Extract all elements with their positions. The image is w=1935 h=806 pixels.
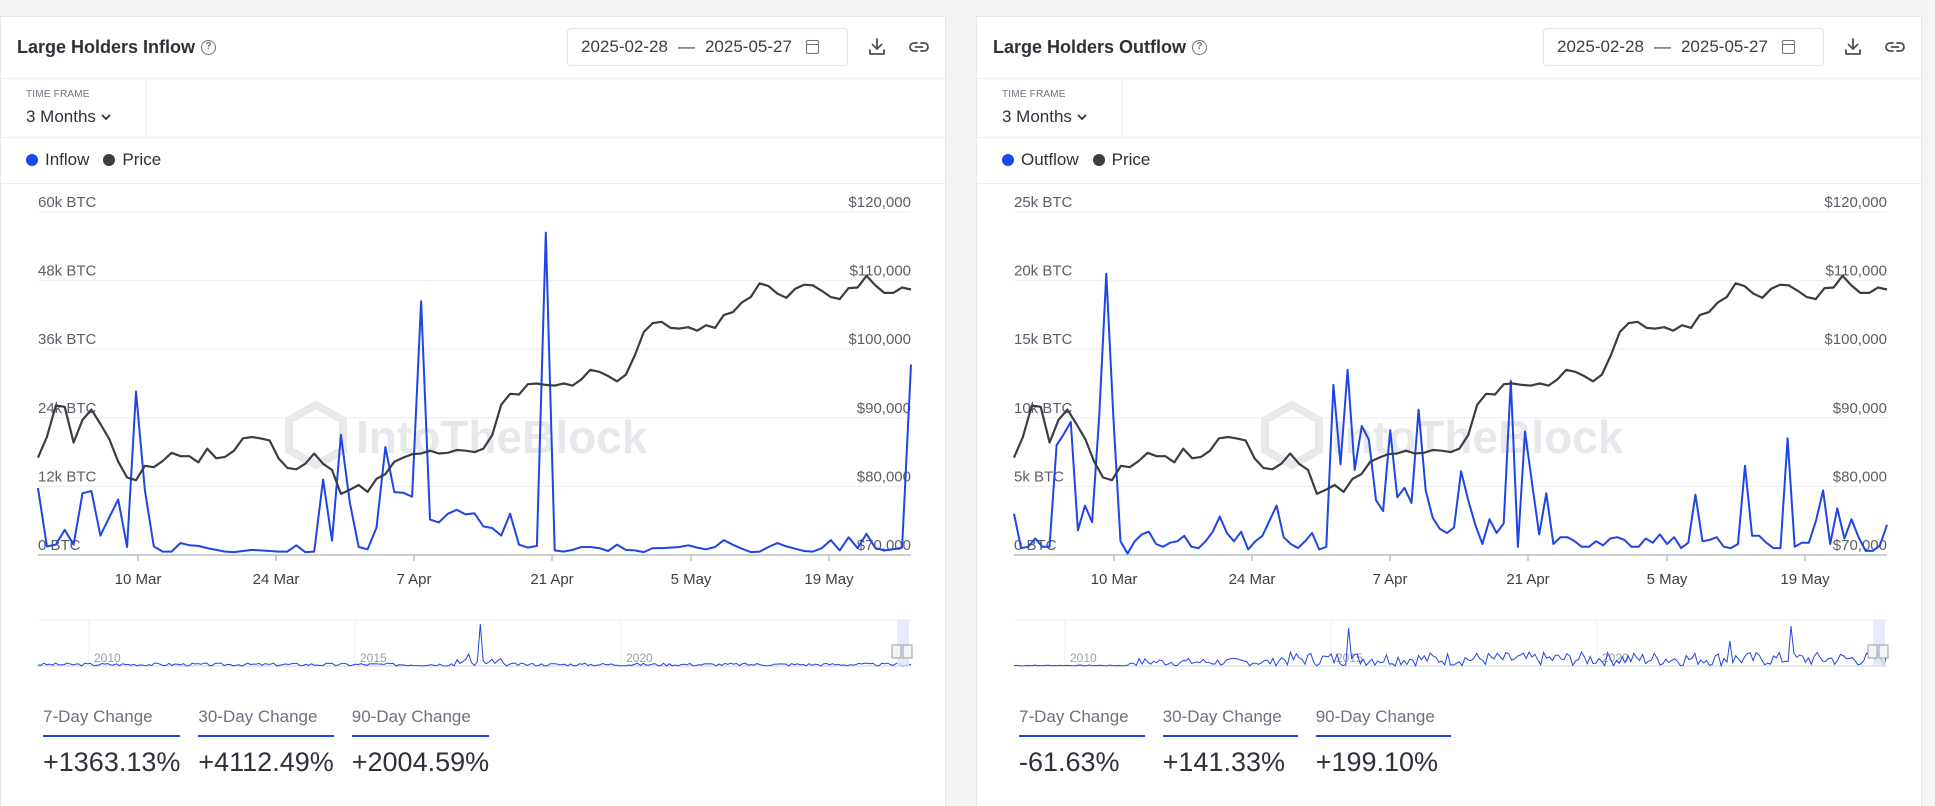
x-tick-label: 7 Apr [396,571,431,588]
chart-area[interactable]: IntoTheBlock0 BTC $70,0005k BTC $80,00010k… [977,17,1923,697]
x-tick-label: 19 May [804,571,854,588]
chart-area[interactable]: IntoTheBlock0 BTC $70,00012k BTC $80,00024… [1,17,947,697]
navigator-year-label: 2010 [94,651,121,665]
y-right-tick-label: $120,000 [1824,194,1887,211]
change-stats: 7-Day Change +1363.13% 30-Day Change +41… [43,707,490,778]
y-left-tick-label: 36k BTC [38,331,97,348]
x-tick-label: 10 Mar [1091,571,1138,588]
change-value: +1363.13% [43,747,181,777]
change-value: +2004.59% [351,747,490,777]
thirty-day-change: 30-Day Change +141.33% [1162,707,1298,778]
y-left-tick-label: 60k BTC [38,194,97,211]
change-label: 90-Day Change [1315,707,1451,737]
y-left-tick-label: 5k BTC [1014,468,1064,485]
y-right-tick-label: $90,000 [857,400,911,417]
x-tick-label: 19 May [1780,571,1830,588]
navigator-year-label: 2020 [626,651,653,665]
inflow-panel: Large Holders Inflow ? 2025-02-28 — 2025… [0,16,946,806]
watermark-text: IntoTheBlock [356,411,648,463]
x-tick-label: 24 Mar [253,571,300,588]
y-right-tick-label: $100,000 [848,331,911,348]
y-left-tick-label: 15k BTC [1014,331,1073,348]
x-tick-label: 7 Apr [1372,571,1407,588]
thirty-day-change: 30-Day Change +4112.49% [198,707,334,778]
navigator-handle-right [1878,644,1889,659]
y-right-tick-label: $110,000 [850,263,911,280]
x-tick-label: 21 Apr [530,571,573,588]
y-right-tick-label: $80,000 [1833,468,1887,485]
navigator-window [897,620,909,666]
y-right-tick-label: $100,000 [1824,331,1887,348]
navigator-sparkline [1013,625,1888,668]
ninety-day-change: 90-Day Change +2004.59% [351,707,490,778]
x-tick-label: 5 May [1647,571,1688,588]
y-left-tick-label: 20k BTC [1014,263,1073,280]
navigator-year-label: 2015 [360,651,387,665]
seven-day-change: 7-Day Change -61.63% [1019,707,1145,778]
navigator-handle-left [891,644,902,659]
watermark-text: IntoTheBlock [1332,411,1624,463]
y-left-tick-label: 12k BTC [38,468,97,485]
y-right-tick-label: $110,000 [1826,263,1887,280]
navigator-window [1873,620,1885,666]
y-left-tick-label: 48k BTC [38,263,97,280]
navigator-sparkline [37,623,912,667]
y-right-tick-label: $120,000 [848,194,911,211]
x-tick-label: 21 Apr [1506,571,1549,588]
x-tick-label: 10 Mar [115,571,162,588]
change-value: +199.10% [1315,747,1439,777]
navigator-handle-left [1867,644,1878,659]
watermark: IntoTheBlock [1261,400,1624,470]
change-value: +141.33% [1162,747,1285,777]
navigator-handle-right [902,644,913,659]
change-label: 30-Day Change [1162,707,1298,737]
navigator-year-label: 2010 [1070,651,1097,665]
change-label: 30-Day Change [198,707,334,737]
ninety-day-change: 90-Day Change +199.10% [1315,707,1451,778]
seven-day-change: 7-Day Change +1363.13% [43,707,181,778]
y-right-tick-label: $80,000 [857,468,911,485]
y-right-tick-label: $90,000 [1833,400,1887,417]
change-stats: 7-Day Change -61.63% 30-Day Change +141.… [1019,707,1451,778]
x-tick-label: 24 Mar [1229,571,1276,588]
change-label: 7-Day Change [1019,707,1145,737]
outflow-panel: Large Holders Outflow ? 2025-02-28 — 202… [976,16,1922,806]
change-label: 90-Day Change [351,707,490,737]
y-left-tick-label: 25k BTC [1014,194,1073,211]
change-value: -61.63% [1019,747,1120,777]
change-value: +4112.49% [198,747,334,777]
x-tick-label: 5 May [671,571,712,588]
change-label: 7-Day Change [43,707,181,737]
